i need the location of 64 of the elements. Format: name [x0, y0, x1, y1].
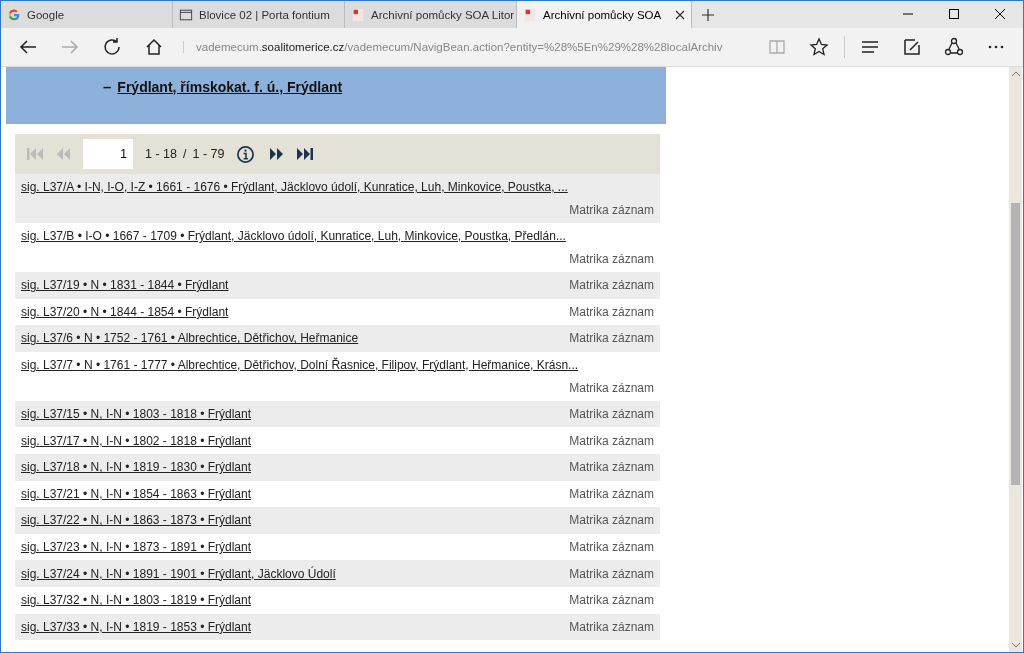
record-type: Matrika záznam [569, 203, 654, 217]
record-type: Matrika záznam [569, 540, 654, 555]
maximize-icon[interactable] [949, 9, 959, 19]
tab-title: Archivní pomůcky SOA Litor [371, 8, 515, 21]
info-icon[interactable] [236, 144, 256, 164]
range-text: 1 - 18 [145, 147, 177, 161]
document-icon [523, 7, 537, 22]
record-link[interactable]: sig. L37/A • I-N, I-O, I-Z • 1661 - 1676 • Frýdlant, Jäcklovo údolí, Kunratice, Luh, Minkovice, Poustka, ... [21, 180, 654, 194]
document-icon [351, 7, 365, 22]
star-icon[interactable] [809, 37, 829, 57]
record-link[interactable]: sig. L37/32 • N, I-N • 1803 - 1819 • Frýdlant [21, 593, 252, 608]
record-link[interactable]: sig. L37/18 • N, I-N • 1819 - 1830 • Frýdlant [21, 460, 252, 475]
record-link[interactable]: sig. L37/22 • N, I-N • 1863 - 1873 • Frýdlant [21, 513, 252, 528]
record-link[interactable]: sig. L37/19 • N • 1831 - 1844 • Frýdlant [21, 278, 229, 293]
parish-link[interactable]: Frýdlant, římskokat. f. ú., Frýdlant [117, 78, 343, 95]
record-type: Matrika záznam [569, 304, 654, 319]
new-tab-icon[interactable] [702, 9, 714, 21]
separator-text: / [182, 147, 187, 161]
google-icon [7, 7, 21, 22]
refresh-icon[interactable] [102, 37, 122, 57]
record-type: Matrika záznam [569, 619, 654, 634]
record-type: Matrika záznam [569, 566, 654, 581]
address-field[interactable]: vademecum.soalitomerice.cz/vademecum/NavigBean.action?entity=%28%5En%29%28%28localArchiv [183, 41, 756, 53]
record-type: Matrika záznam [569, 593, 654, 608]
browser-tab[interactable]: Archivní pomůcky SOA Litor [345, 1, 517, 28]
tab-title: Google [27, 8, 66, 21]
pen-icon[interactable] [902, 37, 922, 57]
scroll-thumb[interactable] [1011, 203, 1020, 485]
record-type: Matrika záznam [569, 278, 654, 293]
record-link[interactable]: sig. L37/15 • N, I-N • 1803 - 1818 • Frýdlant [21, 407, 252, 422]
record-type: Matrika záznam [569, 486, 654, 501]
record-link[interactable]: sig. L37/20 • N • 1844 - 1854 • Frýdlant [21, 304, 229, 319]
page-input[interactable]: 1 [83, 139, 133, 169]
scrollbar[interactable] [1009, 67, 1022, 652]
close-icon[interactable] [675, 9, 685, 20]
record-link[interactable]: sig. L37/6 • N • 1752 - 1761 • Albrechtice, Dětřichov, Heřmanice [21, 331, 359, 346]
record-link[interactable]: sig. L37/21 • N, I-N • 1854 - 1863 • Frýdlant [21, 486, 252, 501]
tab-title: Blovice 02 | Porta fontium [199, 8, 331, 21]
scroll-down-icon[interactable] [1011, 643, 1020, 648]
record-type: Matrika záznam [569, 331, 654, 346]
close-icon[interactable] [995, 9, 1005, 19]
record-type: Matrika záznam [569, 433, 654, 448]
record-type: Matrika záznam [569, 252, 654, 266]
scroll-up-icon[interactable] [1011, 71, 1020, 76]
record-type: Matrika záznam [569, 513, 654, 528]
record-link[interactable]: sig. L37/B • I-O • 1667 - 1709 • Frýdlant, Jäcklovo údolí, Kunratice, Luh, Minkovice, Poustka, Předlán... [21, 229, 654, 243]
record-link[interactable]: sig. L37/17 • N, I-N • 1802 - 1818 • Frýdlant [21, 433, 252, 448]
total-text: 1 - 79 [192, 147, 225, 161]
browser-tab[interactable]: Blovice 02 | Porta fontium [173, 1, 345, 28]
record-link[interactable]: sig. L37/33 • N, I-N • 1819 - 1853 • Frýdlant [21, 619, 252, 634]
record-link[interactable]: sig. L37/24 • N, I-N • 1891 - 1901 • Frýdlant, Jäcklovo Údolí [21, 566, 336, 581]
dash-mark: – [103, 78, 112, 95]
record-type: Matrika záznam [569, 380, 654, 395]
record-type: Matrika záznam [569, 460, 654, 475]
home-icon[interactable] [144, 37, 164, 57]
browser-tab[interactable]: Google [1, 1, 173, 28]
record-link[interactable]: sig. L37/7 • N • 1761 - 1777 • Albrechtice, Dětřichov, Dolní Řasnice, Filipov, Frýdlant, Heřmanice, Krásn... [21, 357, 654, 372]
tab-title: Archivní pomůcky SOA [543, 8, 663, 21]
browser-tab[interactable]: Archivní pomůcky SOA [517, 1, 692, 28]
share-icon[interactable] [944, 37, 964, 57]
record-link[interactable]: sig. L37/23 • N, I-N • 1873 - 1891 • Frýdlant [21, 540, 252, 555]
last-page-icon[interactable] [296, 146, 315, 162]
window-icon [179, 7, 193, 22]
record-type: Matrika záznam [569, 407, 654, 422]
